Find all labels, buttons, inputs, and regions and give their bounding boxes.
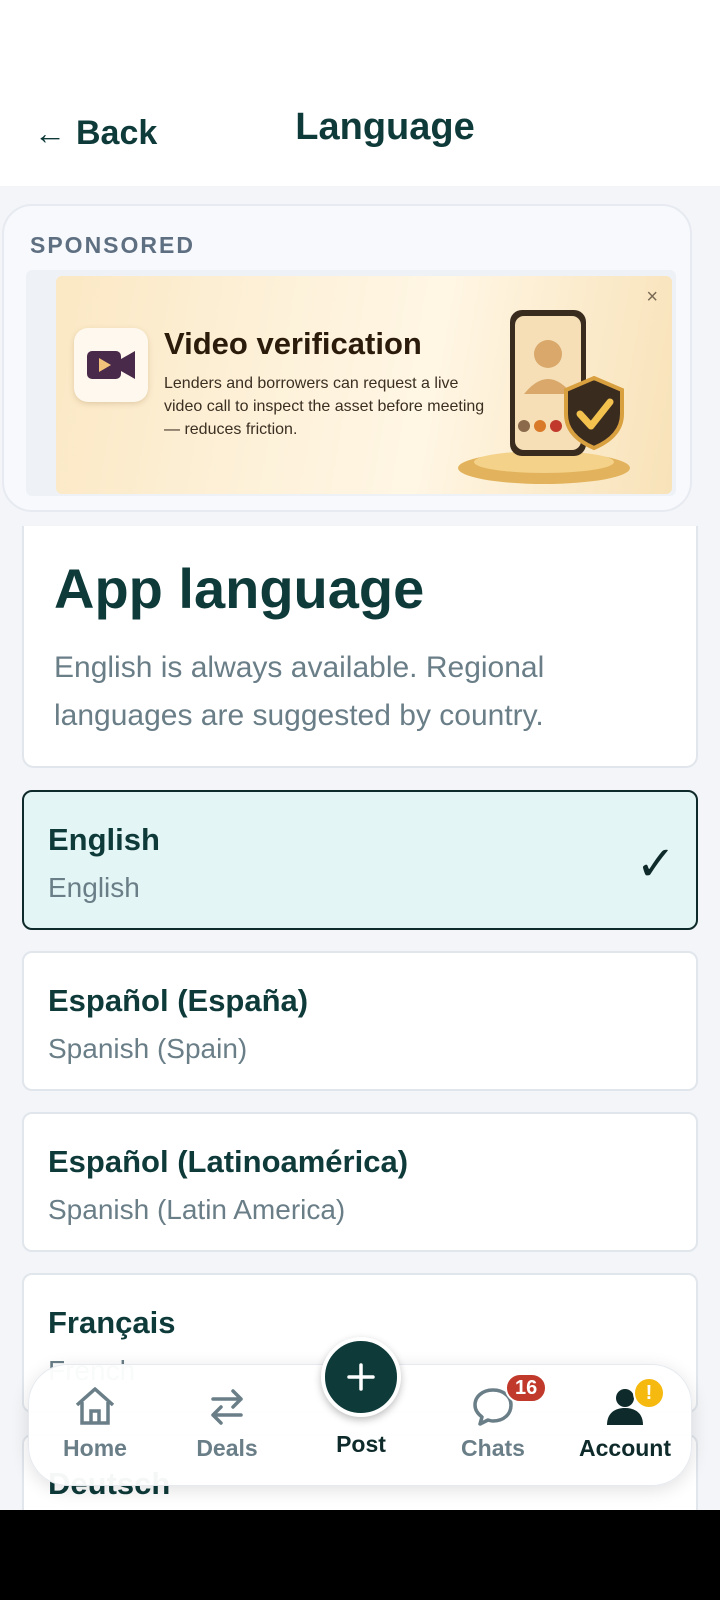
- nav-home[interactable]: Home: [35, 1385, 155, 1475]
- checkmark-icon: ✓: [635, 838, 676, 891]
- nav-account[interactable]: Account !: [565, 1377, 685, 1475]
- account-alert-badge: !: [633, 1377, 665, 1409]
- language-name: Español (España): [48, 983, 309, 1018]
- language-name: English: [48, 822, 160, 857]
- chats-unread-badge: 16: [505, 1373, 548, 1403]
- swap-arrows-icon: [211, 1389, 243, 1425]
- nav-post-label: Post: [336, 1431, 386, 1457]
- language-native-name: Spanish (Latin America): [48, 1194, 346, 1225]
- ad-card[interactable]: × Video verification Lenders and borrowe…: [56, 276, 672, 494]
- sponsored-label: SPONSORED: [30, 232, 195, 258]
- phone-shield-illustration: [454, 302, 654, 488]
- header: ← Back Language: [0, 0, 720, 186]
- nav-account-label: Account: [579, 1435, 671, 1461]
- system-navigation-bar: [0, 1510, 720, 1600]
- home-icon: [75, 1387, 115, 1425]
- nav-deals[interactable]: Deals: [167, 1385, 287, 1475]
- language-native-name: Spanish (Spain): [48, 1033, 248, 1064]
- ad-carousel: × Video verification Lenders and borrowe…: [26, 270, 676, 496]
- video-camera-icon: [74, 328, 148, 402]
- language-option-es-es[interactable]: Español (España) Spanish (Spain): [22, 951, 698, 1091]
- nav-chats[interactable]: Chats 16: [433, 1373, 553, 1475]
- sponsored-section: SPONSORED × Video verification Lenders a…: [2, 204, 692, 512]
- bottom-navigation: Home Deals Post Chats 16 Account !: [28, 1337, 692, 1486]
- ad-body: Lenders and borrowers can request a live…: [164, 375, 485, 438]
- screen: ← Back Language SPONSORED × Video verifi…: [0, 0, 720, 1510]
- language-native-name: English: [48, 872, 140, 903]
- language-name: Français: [48, 1305, 176, 1340]
- language-option-english[interactable]: English English ✓: [22, 790, 698, 930]
- page-title: Language: [295, 106, 475, 148]
- ad-title: Video verification: [164, 326, 422, 361]
- language-option-es-latam[interactable]: Español (Latinoamérica) Spanish (Latin A…: [22, 1112, 698, 1252]
- nav-chats-label: Chats: [461, 1435, 525, 1461]
- nav-deals-label: Deals: [196, 1435, 258, 1461]
- nav-home-label: Home: [63, 1435, 127, 1461]
- section-description: English is always available. Regional la…: [54, 651, 545, 732]
- language-name: Español (Latinoamérica): [48, 1144, 409, 1179]
- app-language-card: App language English is always available…: [22, 526, 698, 768]
- post-button[interactable]: [321, 1337, 401, 1417]
- plus-icon: [347, 1363, 375, 1391]
- section-title: App language: [54, 557, 425, 620]
